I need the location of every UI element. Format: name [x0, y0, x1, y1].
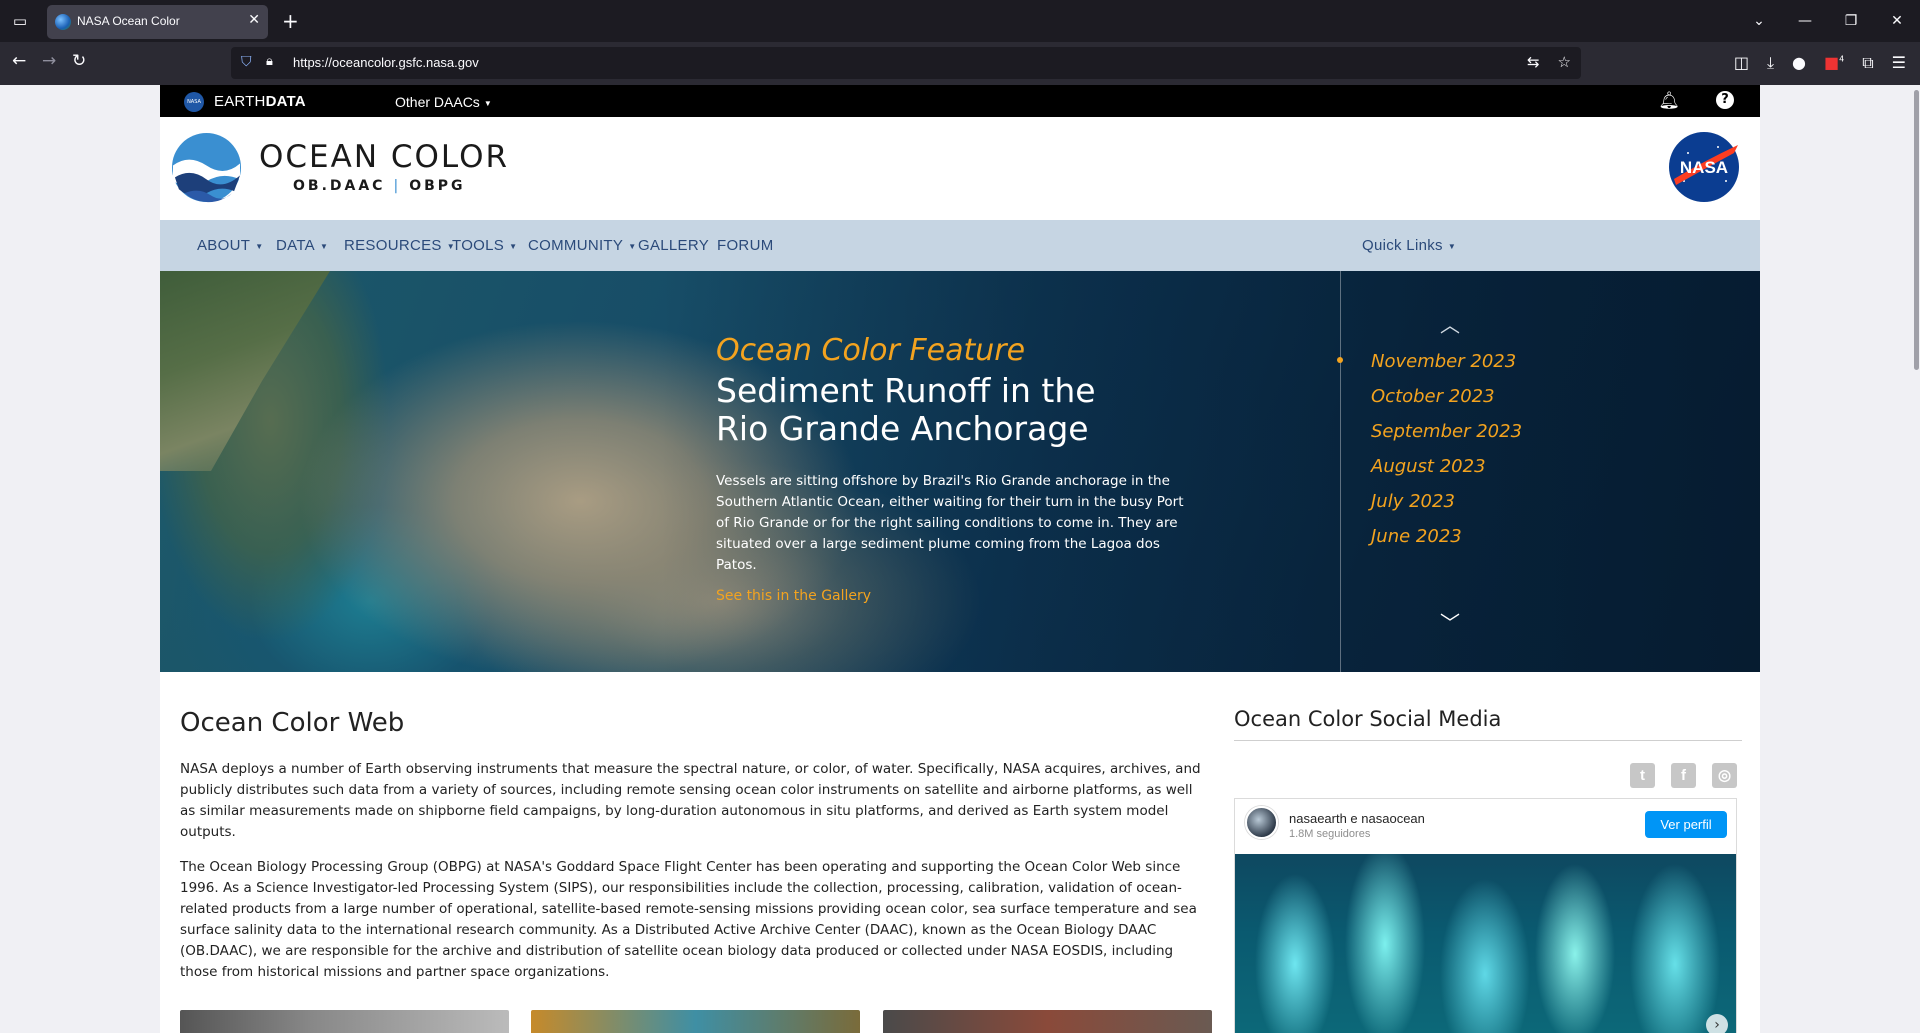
browser-toolbar: ← → ↻ ⛉ 🔒︎ https://oceancolor.gsfc.nasa.… — [0, 42, 1920, 85]
feature-title: Sediment Runoff in the Rio Grande Anchor… — [716, 372, 1186, 448]
browser-tab-bar: ▭ NASA Ocean Color ✕ + ⌄ — ❐ ✕ — [0, 0, 1920, 42]
twitter-icon[interactable]: t — [1630, 763, 1655, 788]
restore-icon[interactable]: ❐ — [1828, 13, 1874, 29]
browser-tab[interactable]: NASA Ocean Color ✕ — [47, 5, 268, 39]
earthdata-bar: NASA EARTHDATA Other DAACs ▼ 🔔︎ ? — [160, 85, 1760, 117]
forward-icon[interactable]: → — [42, 51, 56, 71]
hero-satellite-image — [160, 271, 330, 471]
app-menu-icon[interactable]: ☰ — [1892, 53, 1906, 73]
back-icon[interactable]: ← — [12, 51, 26, 71]
intro-paragraph-1: NASA deploys a number of Earth observing… — [180, 761, 1201, 840]
month-item[interactable]: October 2023 — [1371, 386, 1495, 407]
help-icon[interactable]: ? — [1716, 91, 1734, 109]
instagram-account-name[interactable]: nasaearth e nasaocean — [1289, 811, 1425, 826]
caret-down-icon: ▼ — [255, 241, 264, 251]
nasa-logo-icon[interactable]: NASA — [1668, 131, 1740, 203]
facebook-icon[interactable]: f — [1671, 763, 1696, 788]
feature-carousel: Ocean Color Feature Sediment Runoff in t… — [160, 271, 1760, 672]
extension-color-icon[interactable]: ● — [1792, 53, 1806, 73]
carousel-divider — [1340, 271, 1341, 672]
feature-eyebrow: Ocean Color Feature — [716, 333, 1026, 368]
caret-down-icon: ▼ — [319, 241, 329, 251]
url-text[interactable]: https://oceancolor.gsfc.nasa.gov — [293, 55, 479, 70]
news-thumbnail[interactable] — [883, 1010, 1212, 1033]
news-thumbnail[interactable] — [180, 1010, 509, 1033]
site-title[interactable]: OCEAN COLOR — [259, 139, 509, 175]
extension-badge-icon[interactable]: ■4 — [1824, 53, 1844, 73]
lock-icon[interactable]: 🔒︎ — [266, 54, 273, 69]
avatar[interactable] — [1245, 806, 1278, 839]
tab-title: NASA Ocean Color — [77, 14, 180, 28]
main-navigation: ABOUT ▼ DATA ▼ RESOURCES ▼ TOOLS ▼ COMMUNITY… — [160, 220, 1760, 271]
nav-forum[interactable]: FORUM — [717, 237, 774, 254]
instagram-follower-count: 1.8M seguidores — [1289, 828, 1371, 840]
month-item[interactable]: September 2023 — [1371, 421, 1522, 442]
carousel-up-icon[interactable]: ︿ — [1440, 309, 1460, 338]
instagram-post-image[interactable] — [1235, 854, 1736, 1033]
feature-description: Vessels are sitting offshore by Brazil's… — [716, 473, 1184, 573]
next-arrow-icon[interactable]: › — [1706, 1014, 1728, 1033]
nav-community[interactable]: COMMUNITY ▼ — [528, 237, 636, 254]
caret-down-icon: ▼ — [483, 98, 492, 108]
section-title-social-media: Ocean Color Social Media — [1234, 707, 1502, 731]
window-controls: ⌄ — ❐ ✕ — [1736, 0, 1920, 42]
nav-data[interactable]: DATA ▼ — [276, 237, 328, 254]
month-item[interactable]: July 2023 — [1371, 491, 1455, 512]
caret-down-icon: ▼ — [509, 241, 518, 251]
month-item[interactable]: August 2023 — [1371, 456, 1486, 477]
active-month-indicator — [1337, 357, 1343, 363]
intro-paragraph-2: The Ocean Biology Processing Group (OBPG… — [180, 859, 1197, 980]
site-header: OCEAN COLOR OB.DAAC | OBPG NASA — [160, 117, 1760, 220]
subtitle-obdaac: OB.DAAC — [293, 178, 386, 194]
caret-down-icon: ▼ — [1447, 241, 1457, 251]
subtitle-separator: | — [393, 178, 402, 194]
nav-resources[interactable]: RESOURCES ▼ — [344, 237, 455, 254]
carousel-down-icon[interactable]: ﹀ — [1440, 607, 1460, 636]
nav-quick-links[interactable]: Quick Links ▼ — [1362, 237, 1456, 254]
pocket-icon[interactable]: ◫ — [1734, 53, 1749, 73]
page-scrollbar-thumb[interactable] — [1914, 90, 1919, 370]
section-title-ocean-color-web: Ocean Color Web — [180, 708, 405, 738]
reload-icon[interactable]: ↻ — [72, 51, 86, 71]
ocean-color-logo-icon[interactable] — [171, 132, 242, 203]
feature-title-line2: Rio Grande Anchorage — [716, 409, 1089, 448]
nav-gallery[interactable]: GALLERY — [638, 237, 709, 254]
address-bar[interactable]: ⛉ 🔒︎ https://oceancolor.gsfc.nasa.gov ⇆ … — [231, 47, 1581, 79]
nasa-logo-text: NASA — [1680, 158, 1728, 177]
social-icons: t f ◎ — [1630, 763, 1737, 788]
bookmark-star-icon[interactable]: ☆ — [1558, 53, 1571, 71]
divider — [1234, 740, 1742, 741]
tab-favicon-icon — [55, 14, 71, 30]
nav-about[interactable]: ABOUT ▼ — [197, 237, 263, 254]
site-subtitle: OB.DAAC | OBPG — [293, 178, 466, 194]
news-thumbnail[interactable] — [531, 1010, 860, 1033]
instagram-icon[interactable]: ◎ — [1712, 763, 1737, 788]
month-item[interactable]: November 2023 — [1371, 351, 1516, 372]
tab-list-icon[interactable]: ▭ — [10, 12, 30, 30]
close-window-icon[interactable]: ✕ — [1874, 13, 1920, 29]
caret-down-icon: ▼ — [628, 241, 637, 251]
other-daacs-menu[interactable]: Other DAACs ▼ — [395, 94, 492, 110]
feature-title-line1: Sediment Runoff in the — [716, 371, 1096, 410]
nasa-meatball-icon[interactable]: NASA — [184, 92, 204, 112]
translate-icon[interactable]: ⇆ — [1527, 53, 1540, 71]
minimize-icon[interactable]: — — [1782, 13, 1828, 29]
subtitle-obpg: OBPG — [409, 178, 466, 194]
notification-bell-icon[interactable]: 🔔︎ — [1658, 91, 1680, 111]
view-profile-button[interactable]: Ver perfil — [1645, 811, 1727, 838]
tab-overflow-chevron-icon[interactable]: ⌄ — [1736, 13, 1782, 29]
downloads-icon[interactable]: ⤓ — [1767, 53, 1774, 73]
new-tab-icon[interactable]: + — [282, 9, 299, 33]
extensions-puzzle-icon[interactable]: ⧉ — [1862, 53, 1873, 73]
gallery-link[interactable]: See this in the Gallery — [716, 588, 871, 604]
earthdata-brand[interactable]: EARTHDATA — [214, 93, 306, 110]
nav-tools[interactable]: TOOLS ▼ — [452, 237, 517, 254]
tab-close-icon[interactable]: ✕ — [248, 12, 260, 28]
month-item[interactable]: June 2023 — [1371, 526, 1462, 547]
instagram-embed: nasaearth e nasaocean 1.8M seguidores Ve… — [1234, 798, 1737, 1033]
webpage: NASA EARTHDATA Other DAACs ▼ 🔔︎ ? OCEAN C… — [160, 85, 1760, 1033]
tracking-shield-icon[interactable]: ⛉ — [241, 54, 252, 70]
